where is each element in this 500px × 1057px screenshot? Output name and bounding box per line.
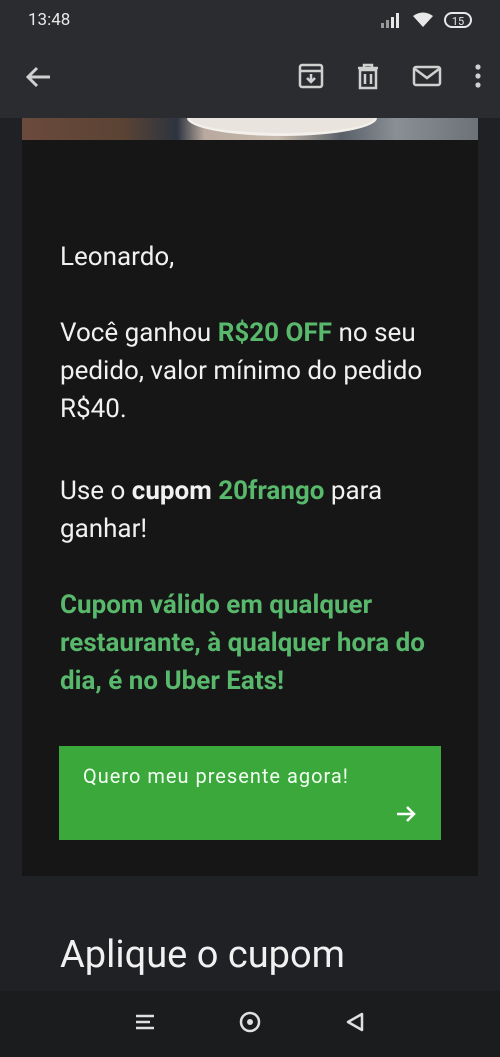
cta-label: Quero meu presente agora!	[83, 764, 349, 788]
wifi-icon	[413, 12, 433, 27]
back-button[interactable]	[24, 62, 56, 94]
offer-highlight: R$20 OFF	[217, 318, 333, 348]
validity-paragraph: Cupom válido em qualquer restaurante, à …	[60, 590, 425, 696]
hero-bowl	[187, 118, 377, 136]
coupon-text-pre: Use o	[60, 476, 132, 506]
back-nav-button[interactable]	[344, 1011, 366, 1037]
offer-paragraph: Você ganhou R$20 OFF no seu pedido, valo…	[60, 314, 460, 428]
coupon-paragraph: Use o cupom 20frango para ganhar!	[60, 472, 460, 548]
status-time: 13:48	[28, 10, 71, 30]
section-title: Aplique o cupom	[60, 933, 345, 977]
status-bar: 13:48 15	[0, 0, 500, 40]
offer-text-pre: Você ganhou	[60, 318, 218, 348]
signal-icon	[381, 13, 399, 28]
delete-button[interactable]	[356, 62, 380, 90]
toolbar-actions	[298, 62, 482, 90]
mail-icon	[412, 65, 442, 87]
battery-level: 15	[451, 15, 465, 28]
arrow-left-icon	[25, 66, 50, 88]
hero-image	[22, 118, 478, 140]
archive-icon	[298, 63, 324, 89]
archive-button[interactable]	[298, 62, 324, 90]
home-button[interactable]	[238, 1010, 262, 1038]
battery-icon: 15	[444, 12, 472, 28]
status-icons: 15	[380, 12, 472, 28]
back-triangle-icon	[346, 1012, 364, 1032]
menu-icon	[136, 1014, 154, 1030]
recent-apps-button[interactable]	[134, 1013, 156, 1035]
system-nav-bar	[0, 991, 500, 1057]
mark-unread-button[interactable]	[412, 64, 442, 88]
trash-icon	[358, 63, 378, 90]
email-card: Leonardo, Você ganhou R$20 OFF no seu pe…	[22, 118, 478, 876]
email-content[interactable]: Leonardo, Você ganhou R$20 OFF no seu pe…	[0, 118, 500, 991]
more-options-button[interactable]	[474, 63, 482, 89]
arrow-right-icon	[397, 806, 416, 822]
coupon-word: cupom	[131, 476, 212, 506]
email-toolbar	[0, 40, 500, 119]
claim-gift-button[interactable]: Quero meu presente agora!	[59, 746, 441, 840]
coupon-code: 20frango	[218, 476, 325, 506]
greeting: Leonardo,	[60, 242, 175, 272]
more-vert-icon	[475, 64, 481, 88]
home-circle-icon	[239, 1011, 261, 1033]
